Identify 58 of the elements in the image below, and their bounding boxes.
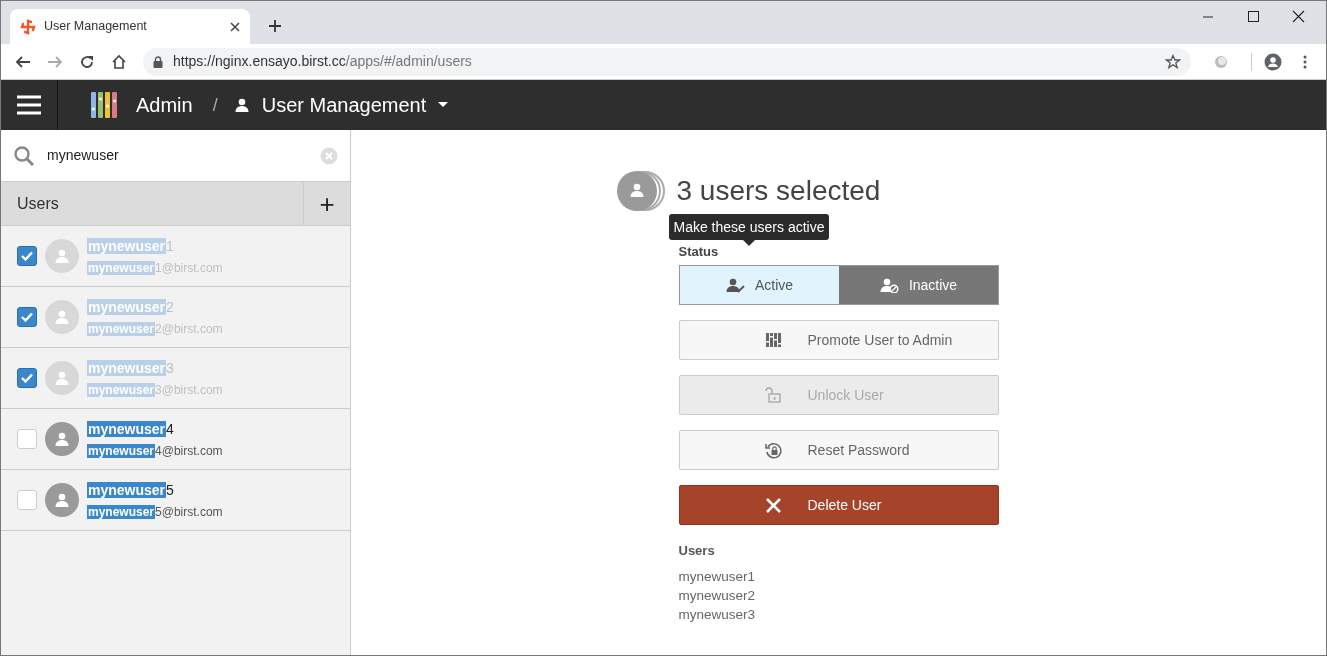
delete-user-button[interactable]: Delete User (678, 485, 999, 525)
user-list-item[interactable]: mynewuser5 mynewuser5@birst.com (1, 470, 350, 531)
checkbox[interactable] (17, 368, 37, 388)
section-title[interactable]: Admin (136, 90, 193, 120)
active-toggle[interactable]: Active (679, 266, 839, 304)
add-user-button[interactable]: + (303, 181, 350, 226)
reload-icon[interactable] (79, 53, 95, 70)
star-icon[interactable] (1165, 53, 1181, 70)
url-text: https://nginx.ensayo.birst.cc/apps/#/admin/users (173, 52, 473, 71)
checkbox[interactable] (17, 307, 37, 327)
reset-password-button[interactable]: Reset Password (678, 430, 999, 470)
padlock-circular-arrow-icon (764, 441, 782, 459)
pinwheel-logo-icon (20, 18, 36, 35)
unlocked-padlock-icon (764, 386, 782, 404)
checkbox[interactable] (17, 246, 37, 266)
user-email: mynewuser4@birst.com (87, 442, 223, 460)
avatar-icon (45, 361, 79, 395)
checkmark-icon (21, 373, 33, 383)
selected-user-name: mynewuser1 (678, 567, 757, 586)
user-name: mynewuser5 (87, 480, 175, 500)
avatar-icon (45, 422, 79, 456)
maximize-icon[interactable] (1246, 8, 1261, 24)
promote-user-button[interactable]: Promote User to Admin (678, 320, 999, 360)
checkmark-icon (21, 312, 33, 322)
caret-icon (438, 102, 449, 108)
user-email: mynewuser5@birst.com (87, 503, 223, 521)
tooltip-pointer-icon (742, 240, 755, 246)
bars-icon (764, 331, 782, 349)
list-title: Users (16, 193, 60, 214)
account-icon[interactable] (1264, 52, 1282, 71)
app-logo-icon (90, 91, 118, 119)
user-list-item[interactable]: mynewuser4 mynewuser4@birst.com (1, 409, 350, 470)
search-field[interactable]: mynewuser (1, 130, 350, 182)
home-icon[interactable] (111, 53, 127, 70)
person-blocked-icon (878, 277, 899, 293)
menu-icon (16, 94, 42, 116)
lock-icon (153, 55, 163, 68)
selected-user-name: mynewuser2 (678, 586, 757, 605)
avatar-icon (45, 239, 79, 273)
search-icon (13, 144, 35, 167)
selected-user-name: mynewuser3 (678, 605, 757, 624)
avatar-icon (45, 483, 79, 517)
close-icon (764, 496, 782, 514)
status-label: Status (678, 244, 719, 259)
users-label: Users (678, 542, 716, 560)
page-dropdown[interactable]: User Management (249, 90, 449, 120)
address-bar[interactable]: https://nginx.ensayo.birst.cc/apps/#/admin/users (143, 47, 1191, 76)
person-icon (233, 97, 250, 113)
close-icon[interactable] (230, 21, 240, 32)
breadcrumb-separator: / (212, 93, 218, 117)
new-tab-icon[interactable] (268, 19, 282, 33)
close-icon[interactable] (1291, 8, 1306, 24)
avatar-icon (45, 300, 79, 334)
user-name: mynewuser4 (87, 419, 175, 439)
person-check-icon (724, 277, 745, 293)
checkmark-icon (21, 251, 33, 261)
back-arrow-icon[interactable] (15, 53, 31, 70)
selection-title: 3 users selected (676, 174, 881, 208)
